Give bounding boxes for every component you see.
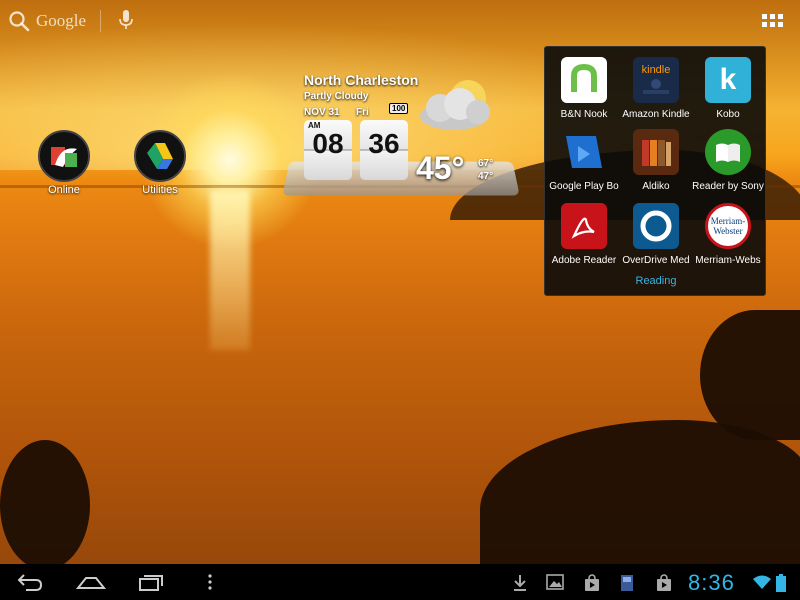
kindle-logo-text: kindle	[641, 64, 671, 76]
mw-logo-text: Merriam-Webster	[710, 216, 746, 236]
clock-ampm: AM	[308, 121, 321, 130]
high-temperature: 67°	[478, 158, 494, 169]
status-clock[interactable]: 8:36	[688, 570, 735, 596]
app-overdrive[interactable]: OverDrive Med	[619, 203, 693, 266]
battery-level-badge: 100	[389, 103, 409, 114]
utilities-folder-graphic	[134, 130, 186, 182]
weather-condition: Partly Cloudy	[304, 91, 369, 102]
download-icon[interactable]	[512, 574, 528, 592]
palm-fronds-right	[700, 310, 800, 440]
all-apps-button[interactable]	[762, 14, 784, 28]
system-navigation-bar: 8:36	[0, 564, 800, 600]
search-divider	[100, 10, 101, 32]
apps-grid-icon	[762, 14, 767, 19]
sony-reader-icon	[705, 129, 751, 175]
app-adobe-reader[interactable]: Adobe Reader	[547, 203, 621, 266]
app-google-play-books[interactable]: Google Play Bo	[547, 129, 621, 192]
microphone-icon[interactable]	[118, 9, 134, 31]
wifi-icon[interactable]	[752, 574, 772, 590]
weather-city: North Charleston	[304, 72, 419, 88]
palm-silhouette-right	[480, 420, 800, 570]
app-label: Amazon Kindle	[622, 109, 690, 120]
utilities-folder-label: Utilities	[142, 184, 178, 196]
app-label: Kobo	[716, 109, 740, 120]
wallpaper-sun-reflection	[210, 190, 250, 350]
search-label: Google	[36, 11, 87, 30]
battery-icon[interactable]	[776, 574, 786, 592]
app-label: Aldiko	[642, 181, 670, 192]
adobe-reader-icon	[561, 203, 607, 249]
app-label: Merriam-Webs	[695, 255, 761, 266]
weather-day: Fri	[356, 107, 369, 118]
app-reader-by-sony[interactable]: Reader by Sony	[691, 129, 765, 192]
app-amazon-kindle[interactable]: kindle Amazon Kindle	[619, 57, 693, 120]
back-button[interactable]	[16, 572, 44, 592]
screenshot-image-icon[interactable]	[546, 574, 564, 590]
weather-date: NOV 31	[304, 107, 340, 118]
app-kobo[interactable]: k Kobo	[691, 57, 765, 120]
play-store-bag-icon-2[interactable]	[656, 574, 672, 592]
top-bar: Google	[0, 0, 800, 40]
nook-icon	[561, 57, 607, 103]
app-label: OverDrive Med	[622, 255, 690, 266]
merriam-webster-icon: Merriam-Webster	[705, 203, 751, 249]
utilities-folder-icon[interactable]: Utilities	[120, 130, 200, 196]
palm-silhouette-left	[0, 440, 90, 570]
online-folder-icon[interactable]: Online	[24, 130, 104, 196]
overdrive-icon	[633, 203, 679, 249]
app-label: B&N Nook	[560, 109, 608, 120]
play-books-icon	[561, 129, 607, 175]
folder-name[interactable]: Reading	[545, 275, 767, 287]
kindle-icon: kindle	[633, 57, 679, 103]
search-icon	[9, 11, 30, 32]
app-label: Google Play Bo	[549, 181, 619, 192]
recent-apps-button[interactable]	[138, 572, 164, 592]
kobo-logo-text: k	[719, 63, 737, 96]
current-temperature: 45°	[416, 150, 465, 186]
home-button[interactable]	[76, 572, 106, 592]
book-notification-icon[interactable]	[620, 574, 634, 592]
google-search-bar[interactable]: Google	[8, 8, 86, 34]
clock-minute: 36	[360, 120, 408, 180]
low-temperature: 47°	[478, 171, 494, 182]
weather-clock-widget[interactable]: North Charleston Partly Cloudy NOV 31 Fr…	[282, 70, 520, 198]
app-label: Adobe Reader	[551, 255, 617, 266]
app-label: Reader by Sony	[692, 181, 764, 192]
kobo-icon: k	[705, 57, 751, 103]
app-aldiko[interactable]: Aldiko	[619, 129, 693, 192]
aldiko-icon	[633, 129, 679, 175]
online-folder-label: Online	[48, 184, 80, 196]
partly-cloudy-icon	[420, 80, 490, 130]
app-bn-nook[interactable]: B&N Nook	[547, 57, 621, 120]
online-folder-graphic	[38, 130, 90, 182]
reading-folder-panel: B&N Nook kindle Amazon Kindle k Kobo Goo…	[544, 46, 766, 296]
play-store-bag-icon[interactable]	[584, 574, 600, 592]
menu-button[interactable]	[206, 572, 214, 592]
app-merriam-webster[interactable]: Merriam-Webster Merriam-Webs	[691, 203, 765, 266]
